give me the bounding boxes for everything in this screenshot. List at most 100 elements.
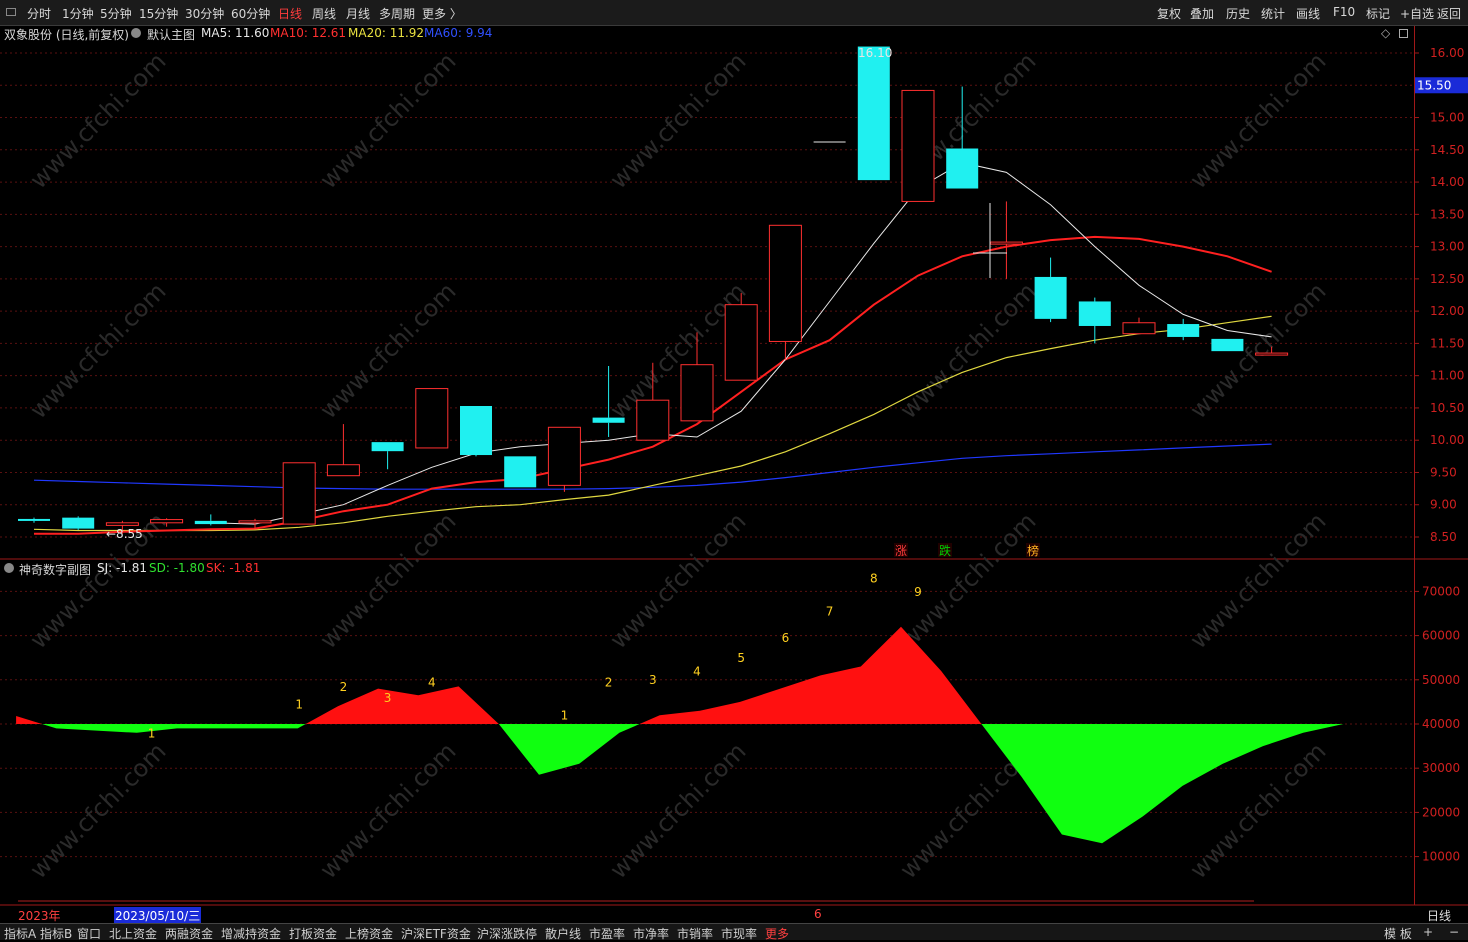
ma5-value: MA5: 11.60 (201, 26, 270, 40)
date-axis: 2023年 2023/05/10/三 6 日线 (0, 906, 1468, 924)
count-label: 1 (561, 709, 569, 723)
candle-body-up (989, 241, 1023, 245)
count-label: 2 (340, 680, 348, 694)
month-label: 6 (814, 907, 822, 921)
price-tick-label: 10.00 (1430, 433, 1464, 447)
main-chart-name[interactable]: 默认主图 (147, 26, 195, 43)
diamond-icon[interactable]: ◇ (1381, 26, 1390, 40)
price-tick-label: 8.50 (1430, 530, 1457, 544)
sub-area-positive (639, 626, 982, 724)
high-price-label: 16.10 (858, 46, 892, 60)
count-label: 4 (428, 675, 436, 689)
price-tick-label: 13.50 (1430, 207, 1464, 221)
tab-northbound[interactable]: 北上资金 (109, 925, 157, 942)
tab-window[interactable]: 窗口 (77, 925, 101, 942)
event-marker: 榜 (1027, 543, 1039, 558)
sub-tick-label: 50000 (1422, 673, 1460, 687)
price-tick-label: 13.00 (1430, 240, 1464, 254)
count-label: 1 (148, 726, 156, 740)
watermark-text: www.cfchi.com (314, 737, 461, 884)
candlestick-series (18, 46, 1289, 534)
event-marker: 涨 (895, 543, 907, 558)
period-label: 日线 (1427, 909, 1452, 923)
ma60-value: MA60: 9.94 (424, 26, 493, 40)
candle-body-up (105, 522, 139, 526)
sub-tick-label: 70000 (1422, 584, 1460, 598)
maximize-icon[interactable] (1399, 29, 1408, 38)
watermark-text: www.cfchi.com (24, 47, 171, 194)
price-tick-label: 12.50 (1430, 272, 1464, 286)
candle-body-up (724, 304, 758, 381)
tab-limit-stats[interactable]: 沪深涨跌停 (477, 925, 537, 942)
watermark-text: www.cfchi.com (1184, 277, 1331, 424)
watermark-text: www.cfchi.com (24, 277, 171, 424)
ma20-value: MA20: 11.92 (348, 26, 425, 40)
sk-value: SK: -1.81 (206, 561, 261, 575)
tab-holding-change[interactable]: 增减持资金 (221, 925, 281, 942)
count-label: 4 (693, 664, 701, 678)
tab-pcf[interactable]: 市现率 (721, 925, 757, 942)
candle-body-up (768, 224, 802, 342)
price-tick-label: 14.00 (1430, 175, 1464, 189)
price-tick-label: 15.00 (1430, 111, 1464, 125)
price-tick-label: 9.00 (1430, 498, 1457, 512)
sub-area-negative (42, 724, 306, 733)
candle-body-up (547, 426, 581, 486)
year-label: 2023年 (18, 909, 61, 923)
count-label: 3 (384, 691, 392, 705)
candle-body-down (371, 442, 404, 452)
candle-body-down (18, 518, 50, 521)
watermark-text: www.cfchi.com (314, 47, 461, 194)
sub-area-negative (498, 724, 640, 775)
tab-ps[interactable]: 市销率 (677, 925, 713, 942)
candle-body-up (1122, 322, 1156, 335)
zoom-out-button[interactable]: − (1449, 925, 1459, 939)
zoom-in-button[interactable]: + (1423, 925, 1433, 939)
sub-chart-name[interactable]: 神奇数字副图 (19, 561, 91, 578)
tab-more[interactable]: 更多 (765, 925, 789, 942)
price-tick-label: 12.00 (1430, 304, 1464, 318)
price-axis: 16.00 15.50 15.00 14.50 14.00 13.50 13.00 12.50… (1414, 26, 1468, 905)
candle-body-up (636, 399, 670, 441)
sd-value: SD: -1.80 (149, 561, 205, 575)
tab-billboard-funds[interactable]: 上榜资金 (345, 925, 393, 942)
tab-pb[interactable]: 市净率 (633, 925, 669, 942)
count-label: 3 (649, 673, 657, 687)
sub-area-positive (16, 716, 42, 724)
moving-average-lines (33, 162, 1272, 535)
count-label: 9 (914, 585, 922, 599)
settings-dot-icon[interactable] (4, 563, 14, 573)
candle-body-down (460, 405, 492, 456)
watermark-text: www.cfchi.com (314, 507, 461, 654)
candle-body-down (1211, 338, 1244, 352)
sj-value: SJ: -1.81 (97, 561, 148, 575)
price-tick-label: 10.50 (1430, 401, 1464, 415)
tab-indicator-a[interactable]: 指标A (4, 925, 36, 942)
price-tick-label: 14.50 (1430, 143, 1464, 157)
tab-pe[interactable]: 市盈率 (589, 925, 625, 942)
template-button[interactable]: 模 板 (1384, 925, 1412, 942)
candle-body-up (1255, 352, 1289, 356)
candle-body-up (150, 519, 184, 524)
watermark-text: www.cfchi.com (604, 737, 751, 884)
tab-indicator-b[interactable]: 指标B (40, 925, 72, 942)
count-label: 2 (605, 675, 613, 689)
event-marker: 跌 (939, 543, 951, 558)
watermark-text: www.cfchi.com (604, 507, 751, 654)
stock-title: 双象股份 (日线,前复权) (4, 28, 129, 42)
tab-margin[interactable]: 两融资金 (165, 925, 213, 942)
watermark-text: www.cfchi.com (24, 737, 171, 884)
kline-chart[interactable]: www.cfchi.com www.cfchi.com www.cfchi.com w… (0, 0, 1468, 939)
candle-body-up (901, 89, 935, 202)
current-price-label: 15.50 (1417, 78, 1451, 92)
candle-body-up (415, 388, 449, 449)
settings-dot-icon[interactable] (131, 28, 141, 38)
sub-tick-label: 60000 (1422, 629, 1460, 643)
candle-body-up (238, 520, 272, 524)
tab-retail-line[interactable]: 散户线 (545, 925, 581, 942)
tab-limit-up-funds[interactable]: 打板资金 (289, 925, 337, 942)
sub-tick-label: 30000 (1422, 761, 1460, 775)
count-label: 7 (826, 605, 834, 619)
candle-body-down (504, 456, 537, 488)
tab-etf-funds[interactable]: 沪深ETF资金 (401, 925, 471, 942)
